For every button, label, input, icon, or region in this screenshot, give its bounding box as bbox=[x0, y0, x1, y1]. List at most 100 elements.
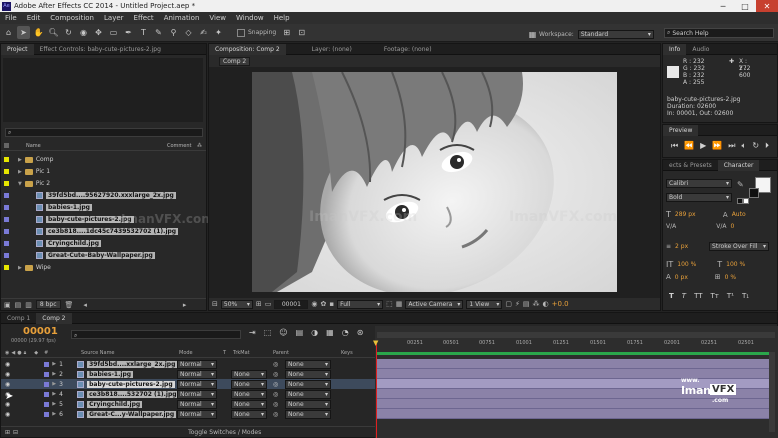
safe-margins-icon[interactable]: ⊞ bbox=[256, 300, 262, 308]
snapping-checkbox[interactable] bbox=[237, 28, 245, 37]
expand-arrow-icon[interactable]: ▶ bbox=[18, 157, 22, 163]
eyedropper-icon[interactable]: ✎ bbox=[737, 180, 744, 189]
resolution-dropdown[interactable]: Full ▾ bbox=[337, 299, 384, 309]
expand-arrow-icon[interactable]: ▶ bbox=[18, 265, 22, 271]
tab-character[interactable]: Character bbox=[717, 159, 760, 171]
project-item-wipe[interactable]: ▶ Wipe bbox=[1, 262, 51, 273]
parent-pickwhip-icon[interactable]: ◎ bbox=[273, 391, 278, 398]
baseline-shift-value[interactable]: 0 px bbox=[675, 274, 715, 281]
small-caps-button[interactable]: Tт bbox=[711, 292, 719, 300]
rotate-tool-icon[interactable]: ↻ bbox=[62, 26, 75, 39]
roto-brush-tool-icon[interactable]: ✍ bbox=[197, 26, 210, 39]
faux-italic-button[interactable]: T bbox=[682, 292, 686, 300]
layer-expand-arrow-icon[interactable]: ▶ bbox=[52, 381, 56, 387]
font-family-dropdown[interactable]: Calibri ▾ bbox=[666, 179, 732, 188]
timeline-graph-area[interactable]: 00251 00501 00751 01001 01251 01501 0175… bbox=[373, 326, 778, 438]
layer-name[interactable]: 39fd5bd....xxlarge_2x.jpg bbox=[87, 360, 178, 368]
layer-trkmat-dropdown[interactable]: None ▾ bbox=[231, 409, 267, 419]
faux-bold-button[interactable]: T bbox=[669, 292, 674, 300]
layer-label-color[interactable] bbox=[44, 401, 50, 407]
layer-trkmat-dropdown[interactable]: None ▾ bbox=[231, 399, 267, 409]
layer-name[interactable]: ce3b818....532702 (1).jpg bbox=[87, 390, 179, 398]
playhead-icon[interactable]: ▼ bbox=[373, 339, 378, 347]
layer-expand-arrow-icon[interactable]: ▶ bbox=[52, 401, 56, 407]
layer-mode-dropdown[interactable]: Normal ▾ bbox=[177, 379, 217, 389]
layer-mode-dropdown[interactable]: Normal ▾ bbox=[177, 389, 217, 399]
auto-keyframe-icon[interactable]: ⊛ bbox=[357, 328, 364, 337]
layer-row-3[interactable]: ◉ ▶ 3 baby-cute-pictures-2.jpg Normal ▾ N… bbox=[1, 379, 375, 389]
menu-view[interactable]: View bbox=[204, 14, 231, 22]
new-folder-icon[interactable]: ▤ bbox=[15, 301, 22, 309]
layer-row-6[interactable]: ◉ ▶ 6 Great-C...y-Wallpaper.jpg Normal ▾ … bbox=[1, 409, 375, 419]
project-item-pic1[interactable]: ▶ Pic 1 bbox=[1, 166, 50, 177]
home-icon[interactable]: ⌂ bbox=[2, 26, 15, 39]
mode-header[interactable]: Mode bbox=[179, 350, 193, 356]
menu-composition[interactable]: Composition bbox=[45, 14, 99, 22]
timeline-search-input[interactable]: ⌕ bbox=[71, 330, 241, 339]
motion-blur-icon[interactable]: ◑ bbox=[311, 328, 318, 337]
t-header[interactable]: T bbox=[223, 350, 226, 356]
layer-label-color[interactable] bbox=[44, 411, 50, 417]
mute-icon[interactable]: 🔈︎ bbox=[742, 141, 747, 151]
trash-icon[interactable]: 🗑︎ bbox=[65, 301, 74, 309]
zoom-tool-icon[interactable]: 🔍︎ bbox=[47, 26, 60, 39]
view-layout-dropdown[interactable]: 1 View ▾ bbox=[466, 299, 503, 309]
layer-label-color[interactable] bbox=[44, 391, 50, 397]
camera-dropdown[interactable]: Active Camera ▾ bbox=[405, 299, 464, 309]
menu-edit[interactable]: Edit bbox=[22, 14, 46, 22]
expand-switches-icon[interactable]: ⊟ bbox=[13, 429, 18, 436]
project-item-pic2[interactable]: ▼ Pic 2 bbox=[1, 178, 50, 189]
tracking-value[interactable]: 0 bbox=[730, 223, 734, 230]
tab-composition[interactable]: Composition: Comp 2 bbox=[209, 43, 286, 55]
layer-label-color[interactable] bbox=[44, 371, 50, 377]
project-search-input[interactable]: ⌕ bbox=[5, 128, 203, 137]
layer-row-4[interactable]: ◉ ▶ 4 ce3b818....532702 (1).jpg Normal ▾ … bbox=[1, 389, 375, 399]
hand-tool-icon[interactable]: ✋ bbox=[32, 26, 45, 39]
layer-name[interactable]: baby-cute-pictures-2.jpg bbox=[87, 380, 175, 388]
video-toggle-icon[interactable]: ◉ bbox=[5, 361, 10, 368]
last-frame-icon[interactable]: ⏭ bbox=[728, 141, 735, 151]
frame-blending-icon[interactable]: ▤ bbox=[296, 328, 304, 337]
menu-effect[interactable]: Effect bbox=[129, 14, 159, 22]
type-tool-icon[interactable]: T bbox=[137, 26, 150, 39]
minimize-button[interactable]: ─ bbox=[712, 0, 734, 12]
work-area-bar[interactable] bbox=[377, 332, 775, 338]
stroke-width-value[interactable]: 2 px bbox=[675, 243, 709, 250]
tab-audio[interactable]: Audio bbox=[686, 44, 715, 55]
tab-project[interactable]: Project bbox=[1, 43, 34, 55]
transparency-grid-icon[interactable]: ▦ bbox=[396, 300, 403, 308]
snap-edges-icon[interactable]: ⊡ bbox=[295, 26, 308, 39]
workspace-dropdown[interactable]: Standard ▾ bbox=[577, 30, 654, 39]
loop-icon[interactable]: ↻ bbox=[752, 141, 759, 151]
puppet-pin-tool-icon[interactable]: ✦ bbox=[212, 26, 225, 39]
show-channel-icon[interactable]: ✿ bbox=[320, 300, 326, 308]
stroke-color-swatch[interactable] bbox=[749, 188, 759, 198]
subscript-button[interactable]: T₁ bbox=[742, 292, 749, 300]
layer-row-2[interactable]: ◉ ▶ 2 babies-1.jpg Normal ▾ None ▾ ◎ None ▾ bbox=[1, 369, 375, 379]
clone-stamp-tool-icon[interactable]: ⚲ bbox=[167, 26, 180, 39]
parent-pickwhip-icon[interactable]: ◎ bbox=[273, 381, 278, 388]
layer-parent-dropdown[interactable]: None ▾ bbox=[285, 369, 331, 379]
scroll-left-icon[interactable]: ◂ bbox=[83, 301, 87, 309]
comp-mini-flowchart-icon[interactable]: ⇥ bbox=[249, 328, 256, 337]
leading-value[interactable]: Auto bbox=[732, 211, 746, 218]
layer-bar-1[interactable] bbox=[377, 359, 775, 369]
layer-mode-dropdown[interactable]: Normal ▾ bbox=[177, 369, 217, 379]
trkmat-header[interactable]: TrkMat bbox=[233, 350, 250, 356]
kerning-dropdown[interactable]: V/A bbox=[716, 223, 726, 230]
channel-icon[interactable]: ▪ bbox=[329, 300, 334, 308]
menu-animation[interactable]: Animation bbox=[159, 14, 205, 22]
pen-tool-icon[interactable]: ✒ bbox=[122, 26, 135, 39]
tab-info[interactable]: Info bbox=[663, 43, 687, 55]
current-time-field[interactable]: 00001 bbox=[274, 299, 309, 309]
layer-mode-dropdown[interactable]: Normal ▾ bbox=[177, 399, 217, 409]
layer-parent-dropdown[interactable]: None ▾ bbox=[285, 409, 331, 419]
pan-behind-tool-icon[interactable]: ✥ bbox=[92, 26, 105, 39]
graph-editor-icon[interactable]: ◔ bbox=[342, 328, 349, 337]
layer-row-1[interactable]: ◉ ▶ 1 39fd5bd....xxlarge_2x.jpg Normal ▾ … bbox=[1, 359, 375, 369]
parent-pickwhip-icon[interactable]: ◎ bbox=[273, 371, 278, 378]
layer-name[interactable]: Cryingchild.jpg bbox=[87, 400, 143, 408]
name-column-header[interactable]: Name bbox=[26, 143, 41, 149]
tab-layer[interactable]: Layer: (none) bbox=[306, 44, 358, 55]
flowchart-icon[interactable]: ⁂ bbox=[533, 300, 540, 308]
